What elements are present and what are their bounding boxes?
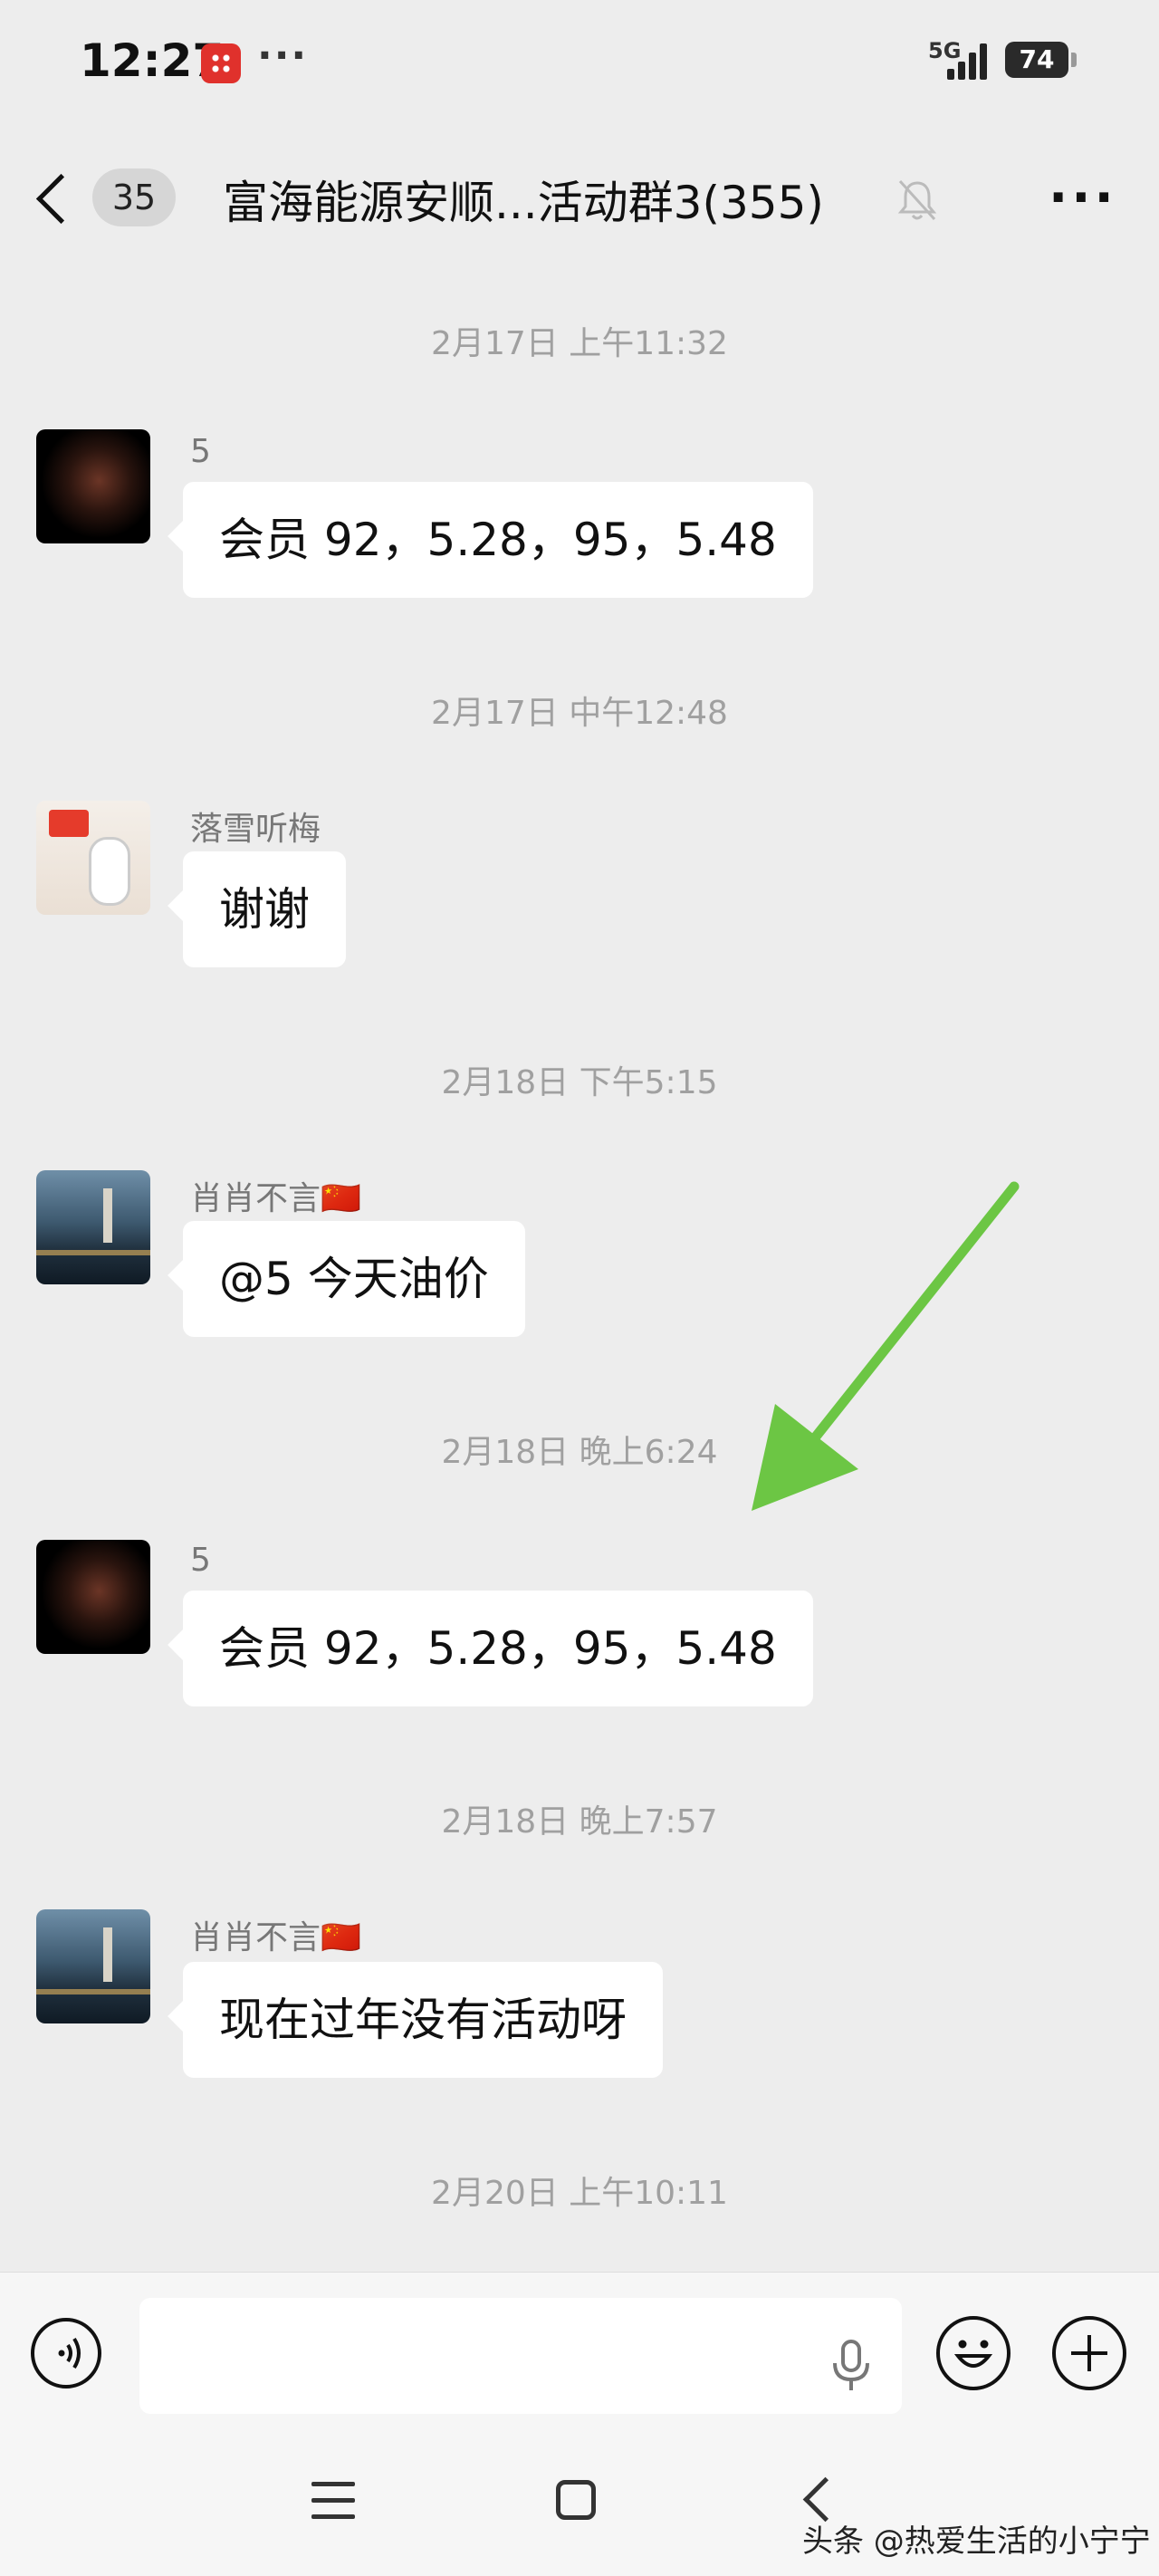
system-nav-bar: 头条 @热爱生活的小宁宁 [0, 2438, 1159, 2576]
home-icon[interactable] [556, 2480, 596, 2520]
unread-count-badge[interactable]: 35 [92, 168, 176, 226]
sender-name: 5 [190, 433, 211, 470]
app-notification-icon [201, 43, 241, 83]
status-bar: 12:27 ··· 5G 74 [0, 0, 1159, 127]
avatar[interactable] [36, 1170, 150, 1284]
microphone-icon[interactable] [831, 2340, 871, 2392]
input-bar [0, 2272, 1159, 2439]
message-bubble[interactable]: 谢谢 [183, 851, 346, 967]
avatar[interactable] [36, 801, 150, 915]
chat-title: 富海能源安顺...活动群3(355) [223, 177, 824, 229]
recent-apps-icon[interactable] [311, 2480, 355, 2522]
sender-name: 落雪听梅 [190, 811, 321, 848]
plus-icon[interactable] [1052, 2316, 1126, 2390]
message-timestamp: 2月17日 中午12:48 [431, 695, 728, 732]
message-timestamp: 2月20日 上午10:11 [431, 2175, 728, 2212]
message-bubble[interactable]: 现在过年没有活动呀 [183, 1962, 663, 2078]
emoji-icon[interactable] [936, 2316, 1011, 2390]
message-timestamp: 2月18日 晚上7:57 [441, 1803, 718, 1841]
message-bubble[interactable]: 会员 92，5.28，95，5.48 [183, 482, 813, 598]
sender-name: 肖肖不言🇨🇳 [190, 1919, 361, 1956]
mute-bell-icon [897, 179, 937, 221]
message-bubble[interactable]: 会员 92，5.28，95，5.48 [183, 1591, 813, 1706]
avatar[interactable] [36, 1909, 150, 2023]
battery-indicator: 74 [1005, 42, 1077, 78]
voice-icon[interactable] [31, 2318, 101, 2389]
message-timestamp: 2月17日 上午11:32 [431, 325, 728, 362]
message-input[interactable] [139, 2298, 902, 2414]
chat-header: 35 富海能源安顺...活动群3(355) ··· [0, 127, 1159, 272]
message-timestamp: 2月18日 下午5:15 [441, 1064, 718, 1101]
more-notifications-icon: ··· [257, 33, 309, 79]
signal-icon [947, 42, 991, 80]
nav-back-icon[interactable] [802, 2476, 848, 2523]
avatar[interactable] [36, 429, 150, 543]
sender-name: 5 [190, 1542, 211, 1579]
avatar[interactable] [36, 1540, 150, 1654]
sender-name: 肖肖不言🇨🇳 [190, 1180, 361, 1217]
watermark: 头条 @热爱生活的小宁宁 [802, 2523, 1151, 2560]
annotation-arrow-icon [752, 1181, 1020, 1511]
more-icon[interactable]: ··· [1049, 168, 1117, 227]
message-bubble[interactable]: @5 今天油价 [183, 1221, 525, 1337]
back-icon[interactable] [35, 173, 87, 225]
